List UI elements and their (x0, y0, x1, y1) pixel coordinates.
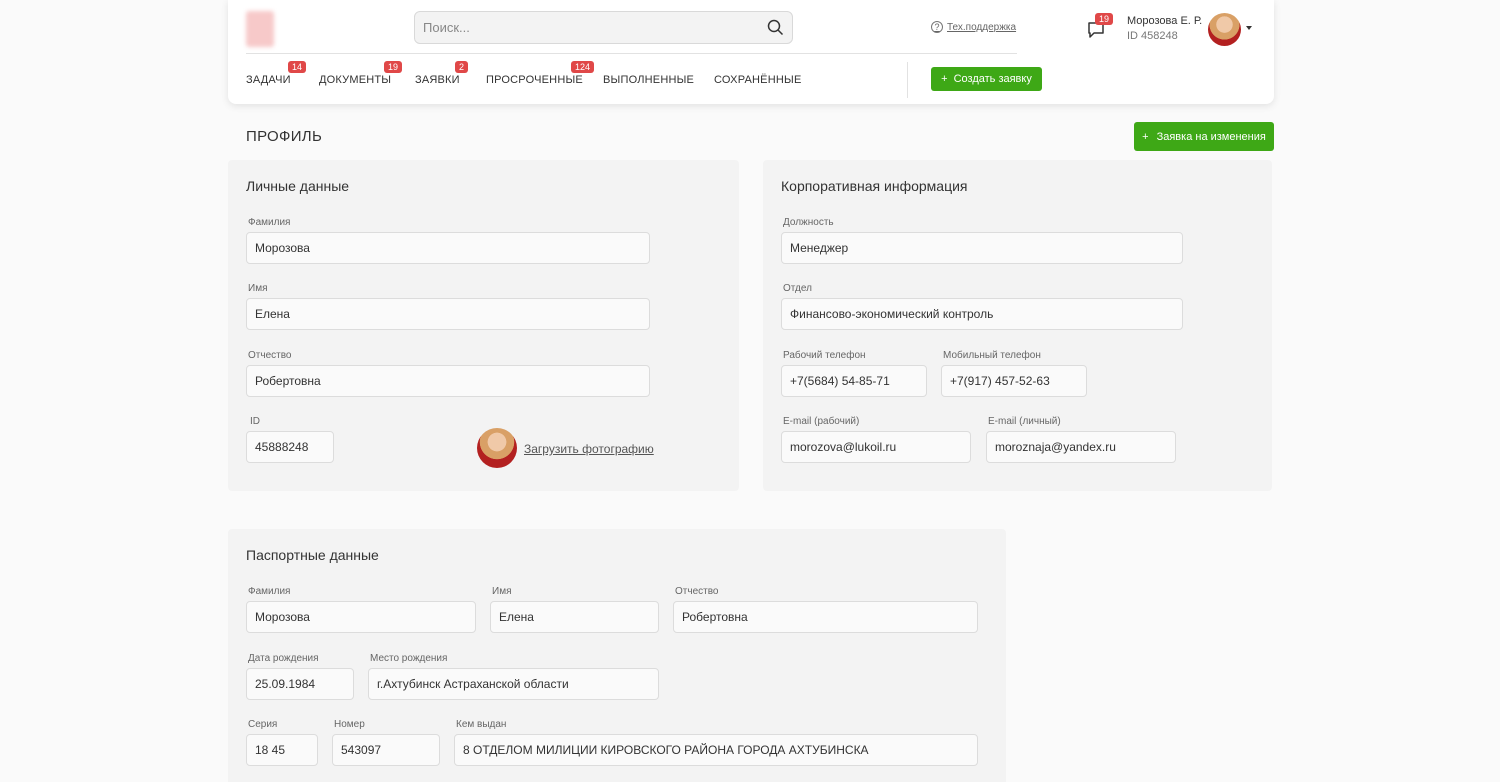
work-email-field[interactable]: morozova@lukoil.ru (781, 431, 971, 463)
profile-photo (477, 428, 517, 468)
plus-icon: + (941, 73, 948, 85)
nav-documents-badge: 19 (384, 61, 403, 73)
nav-completed[interactable]: ВЫПОЛНЕННЫЕ (603, 74, 694, 86)
birth-date-label: Дата рождения (248, 653, 319, 664)
nav-requests[interactable]: ЗАЯВКИ (415, 74, 460, 86)
birth-place-field[interactable]: г.Ахтубинск Астраханской области (368, 668, 659, 700)
question-icon: ? (931, 21, 943, 33)
personal-email-field[interactable]: moroznaja@yandex.ru (986, 431, 1176, 463)
number-label: Номер (334, 719, 365, 730)
company-logo[interactable] (246, 11, 274, 47)
nav-tasks-badge: 14 (288, 61, 307, 73)
id-field[interactable]: 45888248 (246, 431, 334, 463)
upload-photo-link[interactable]: Загрузить фотографию (524, 442, 654, 456)
mobile-phone-field[interactable]: +7(917) 457-52-63 (941, 365, 1087, 397)
change-request-button[interactable]: + Заявка на изменения (1134, 122, 1274, 151)
department-label: Отдел (783, 283, 812, 294)
work-phone-field[interactable]: +7(5684) 54-85-71 (781, 365, 927, 397)
nav-requests-badge: 2 (455, 61, 469, 73)
mobile-phone-label: Мобильный телефон (943, 350, 1041, 361)
passport-name-field[interactable]: Елена (490, 601, 659, 633)
nav-overdue[interactable]: ПРОСРОЧЕННЫЕ (486, 74, 583, 86)
create-request-label: Создать заявку (953, 73, 1032, 85)
user-avatar[interactable] (1208, 13, 1241, 46)
series-label: Серия (248, 719, 278, 730)
nav-overdue-badge: 124 (571, 61, 595, 73)
surname-label: Фамилия (248, 217, 291, 228)
support-link[interactable]: ? Тех.поддержка (931, 21, 1016, 33)
passport-patronymic-label: Отчество (675, 586, 719, 597)
name-label: Имя (248, 283, 268, 294)
patronymic-field[interactable]: Робертовна (246, 365, 650, 397)
surname-field[interactable]: Морозова (246, 232, 650, 264)
corporate-info-title: Корпоративная информация (781, 178, 968, 194)
series-field[interactable]: 18 45 (246, 734, 318, 766)
work-phone-label: Рабочий телефон (783, 350, 866, 361)
number-field[interactable]: 543097 (332, 734, 440, 766)
name-field[interactable]: Елена (246, 298, 650, 330)
nav-documents[interactable]: ДОКУМЕНТЫ (319, 74, 391, 86)
passport-surname-label: Фамилия (248, 586, 291, 597)
search-box[interactable] (414, 11, 793, 44)
messages-badge: 19 (1095, 13, 1114, 25)
position-field[interactable]: Менеджер (781, 232, 1183, 264)
passport-patronymic-field[interactable]: Робертовна (673, 601, 978, 633)
id-label: ID (250, 416, 260, 427)
plus-icon: + (1142, 130, 1149, 143)
search-input[interactable] (423, 12, 753, 43)
passport-data-title: Паспортные данные (246, 547, 379, 563)
position-label: Должность (783, 217, 834, 228)
birth-place-label: Место рождения (370, 653, 448, 664)
change-request-label: Заявка на изменения (1156, 130, 1266, 143)
top-header: ? Тех.поддержка 19 Морозова Е. Р. ID 458… (228, 0, 1274, 104)
user-name[interactable]: Морозова Е. Р. (1127, 15, 1202, 27)
patronymic-label: Отчество (248, 350, 292, 361)
issued-by-label: Кем выдан (456, 719, 507, 730)
support-label[interactable]: Тех.поддержка (947, 22, 1016, 33)
search-icon[interactable] (767, 19, 784, 36)
nav-tasks[interactable]: ЗАДАЧИ (246, 74, 291, 86)
page-title: ПРОФИЛЬ (246, 128, 323, 145)
personal-data-title: Личные данные (246, 178, 350, 194)
birth-date-field[interactable]: 25.09.1984 (246, 668, 354, 700)
nav-saved[interactable]: СОХРАНЁННЫЕ (714, 74, 802, 86)
create-request-button[interactable]: + Создать заявку (931, 67, 1042, 91)
chevron-down-icon[interactable] (1246, 26, 1252, 30)
work-email-label: E-mail (рабочий) (783, 416, 860, 427)
user-id: ID 458248 (1127, 30, 1178, 42)
personal-email-label: E-mail (личный) (988, 416, 1061, 427)
nav-divider (907, 62, 908, 98)
department-field[interactable]: Финансово-экономический контроль (781, 298, 1183, 330)
passport-name-label: Имя (492, 586, 512, 597)
header-divider (246, 53, 1017, 54)
passport-surname-field[interactable]: Морозова (246, 601, 476, 633)
issued-by-field[interactable]: 8 ОТДЕЛОМ МИЛИЦИИ КИРОВСКОГО РАЙОНА ГОРО… (454, 734, 978, 766)
